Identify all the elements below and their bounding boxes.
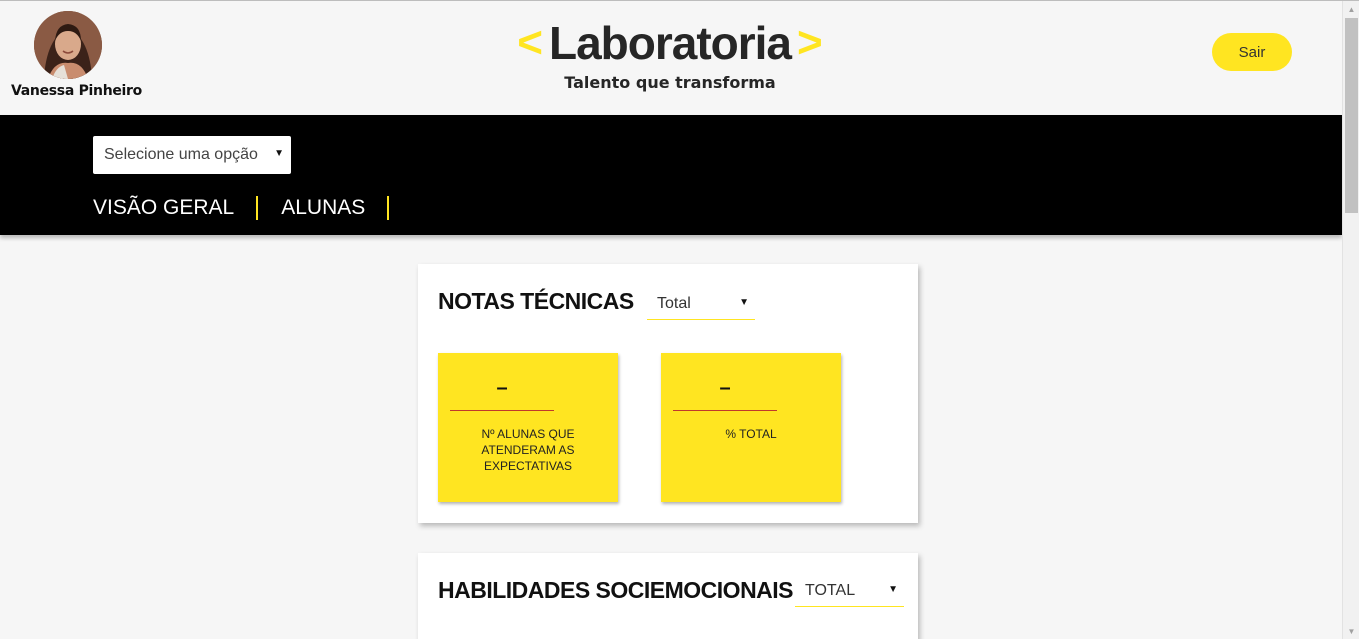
user-name: Vanessa Pinheiro (11, 83, 142, 99)
notas-filter-value: Total (657, 294, 691, 312)
notas-tecnicas-title: NOTAS TÉCNICAS (438, 288, 634, 314)
logo-wordmark: < Laboratoria > (505, 15, 835, 71)
scrollbar-thumb[interactable] (1345, 18, 1358, 213)
stat-label: % TOTAL (725, 427, 777, 441)
stat-label: Nº ALUNAS QUE ATENDERAM AS EXPECTATIVAS (481, 427, 575, 473)
cohort-select[interactable]: Selecione uma opção ▼ (93, 136, 291, 174)
tab-visao-geral[interactable]: VISÃO GERAL (93, 196, 259, 220)
stat-alunas-expectativas: – Nº ALUNAS QUE ATENDERAM AS EXPECTATIVA… (438, 353, 618, 502)
habilidades-card: HABILIDADES SOCIEMOCIONAIS TOTAL ▼ (418, 553, 918, 639)
logo-tagline: Talento que transforma (564, 73, 776, 92)
caret-down-icon: ▼ (739, 297, 749, 308)
stat-value: – (450, 377, 554, 411)
tab-alunas[interactable]: ALUNAS (258, 196, 390, 220)
caret-down-icon: ▼ (888, 584, 898, 595)
caret-down-icon: ▼ (274, 148, 284, 159)
nav-bar: Selecione uma opção ▼ VISÃO GERAL ALUNAS (0, 115, 1342, 235)
page-scrollbar[interactable]: ▲ ▼ (1342, 1, 1359, 639)
logo-chevron-left-icon: < (517, 18, 543, 67)
nav-tabs: VISÃO GERAL ALUNAS (93, 195, 390, 221)
page-header: Vanessa Pinheiro < Laboratoria > Talento… (0, 1, 1342, 115)
stat-value: – (673, 377, 777, 411)
cohort-select-value: Selecione uma opção (104, 146, 258, 163)
habilidades-filter-value: TOTAL (805, 581, 856, 599)
notas-tecnicas-card: NOTAS TÉCNICAS Total ▼ – Nº ALUNAS QUE A… (418, 264, 918, 523)
habilidades-filter-select[interactable]: TOTAL ▼ (795, 575, 904, 607)
arrow-down-icon[interactable]: ▼ (1343, 623, 1359, 639)
stat-percent-total: – % TOTAL (661, 353, 841, 502)
notas-filter-select[interactable]: Total ▼ (647, 288, 755, 320)
habilidades-title: HABILIDADES SOCIEMOCIONAIS (438, 577, 794, 603)
arrow-up-icon[interactable]: ▲ (1343, 1, 1359, 18)
logo-text: Laboratoria (548, 17, 792, 69)
avatar-photo (34, 11, 102, 79)
laboratoria-logo: < Laboratoria > Talento que transforma (505, 15, 835, 95)
logo-chevron-right-icon: > (797, 18, 823, 67)
avatar (34, 11, 102, 79)
logout-button[interactable]: Sair (1212, 33, 1292, 71)
